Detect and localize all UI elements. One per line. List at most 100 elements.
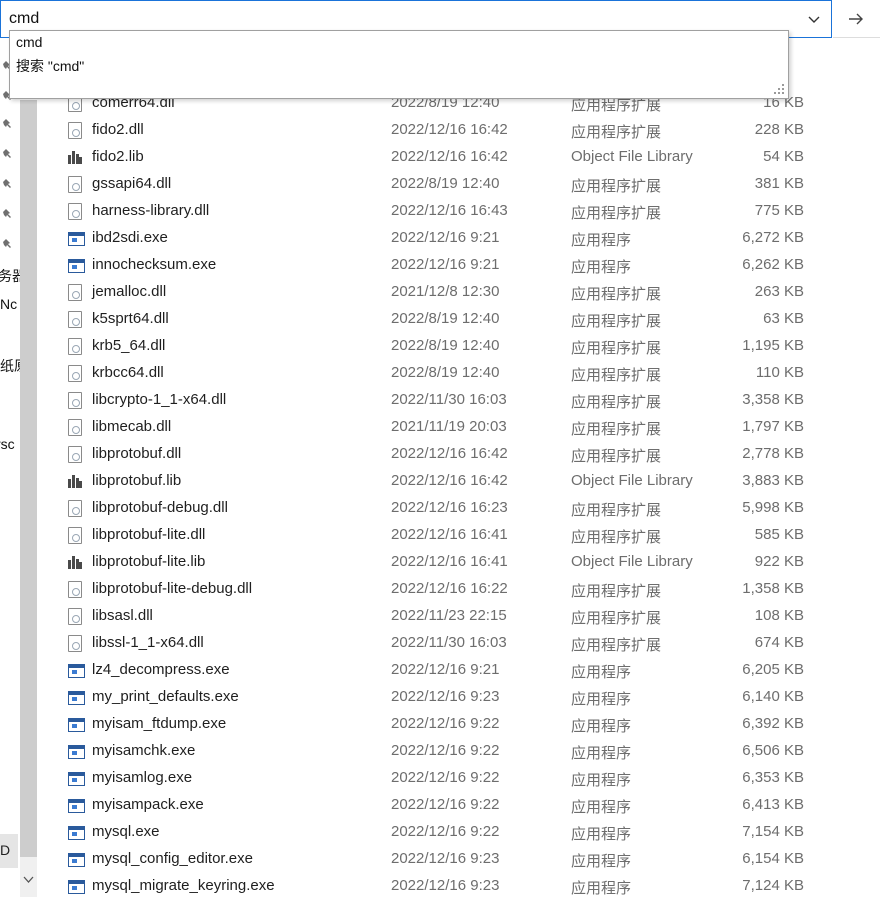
nav-scrollbar-thumb[interactable] (20, 100, 37, 857)
file-row[interactable]: libprotobuf-lite.dll 2022/12/16 16:41 应用程序… (60, 522, 880, 549)
file-date: 2022/12/16 9:21 (391, 661, 500, 678)
file-type: 应用程序扩展 (571, 637, 662, 654)
file-type: 应用程序扩展 (571, 124, 662, 141)
file-name: myisamlog.exe (92, 769, 193, 786)
file-row[interactable]: gssapi64.dll 2022/8/19 12:40 应用程序扩展 381 KB (60, 171, 880, 198)
scroll-down-icon[interactable] (23, 876, 34, 884)
address-input[interactable] (9, 7, 789, 31)
file-type: 应用程序 (571, 691, 632, 708)
file-name: mysql_config_editor.exe (92, 850, 253, 867)
nav-scrollbar[interactable] (20, 100, 37, 897)
file-row[interactable]: innochecksum.exe 2022/12/16 9:21 应用程序 6,262… (60, 252, 880, 279)
file-size: 6,506 KB (742, 742, 804, 759)
file-size: 3,358 KB (742, 391, 804, 408)
file-row[interactable]: libssl-1_1-x64.dll 2022/11/30 16:03 应用程序扩展… (60, 630, 880, 657)
nav-item-fragment[interactable]: 纸原 (0, 356, 20, 376)
file-row[interactable]: libprotobuf.lib 2022/12/16 16:42 Object Fi… (60, 468, 880, 495)
file-name: jemalloc.dll (92, 283, 167, 300)
file-size: 922 KB (754, 553, 804, 570)
file-row[interactable]: krbcc64.dll 2022/8/19 12:40 应用程序扩展 110 KB (60, 360, 880, 387)
file-date: 2022/12/16 9:21 (391, 229, 500, 246)
file-row[interactable]: libprotobuf-lite-debug.dll 2022/12/16 16:… (60, 576, 880, 603)
file-size: 775 KB (754, 202, 804, 219)
file-row[interactable]: libprotobuf-lite.lib 2022/12/16 16:41 Obje… (60, 549, 880, 576)
file-date: 2022/12/16 9:23 (391, 850, 500, 867)
file-date: 2022/8/19 12:40 (391, 310, 500, 327)
file-size: 7,124 KB (742, 877, 804, 894)
file-name: libprotobuf-debug.dll (92, 499, 228, 516)
file-date: 2021/11/19 20:03 (391, 418, 507, 435)
chevron-down-icon[interactable] (805, 10, 823, 28)
file-row[interactable]: fido2.dll 2022/12/16 16:42 应用程序扩展 228 KB (60, 117, 880, 144)
file-type: 应用程序扩展 (571, 421, 662, 438)
file-type: Object File Library (571, 553, 693, 570)
file-row[interactable]: myisam_ftdump.exe 2022/12/16 9:22 应用程序 6,39… (60, 711, 880, 738)
nav-item-fragment[interactable]: rsc (0, 436, 15, 452)
file-row[interactable]: myisampack.exe 2022/12/16 9:22 应用程序 6,413 K… (60, 792, 880, 819)
file-type: 应用程序扩展 (571, 340, 662, 357)
file-row[interactable]: my_print_defaults.exe 2022/12/16 9:23 应用程序… (60, 684, 880, 711)
file-type: 应用程序扩展 (571, 205, 662, 222)
file-size: 6,262 KB (742, 256, 804, 273)
dll-icon (68, 365, 82, 382)
nav-item-fragment[interactable]: Nc (0, 296, 17, 312)
file-row[interactable]: jemalloc.dll 2021/12/8 12:30 应用程序扩展 263 KB (60, 279, 880, 306)
go-button[interactable] (833, 0, 880, 38)
pin-icon (3, 239, 11, 248)
nav-item-fragment[interactable]: 务器 (0, 266, 20, 286)
file-name: mysql.exe (92, 823, 160, 840)
file-type: 应用程序扩展 (571, 610, 662, 627)
file-row[interactable]: harness-library.dll 2022/12/16 16:43 应用程序扩… (60, 198, 880, 225)
exe-icon (68, 232, 85, 246)
suggestion-item-search[interactable]: 搜索 "cmd" (16, 56, 84, 76)
nav-item-drive-label: D (0, 842, 11, 858)
file-date: 2022/11/30 16:03 (391, 391, 507, 408)
file-size: 2,778 KB (742, 445, 804, 462)
dll-icon (68, 608, 82, 625)
exe-icon (68, 745, 85, 759)
resize-grip-icon[interactable] (774, 84, 784, 94)
file-row[interactable]: libsasl.dll 2022/11/23 22:15 应用程序扩展 108 KB (60, 603, 880, 630)
file-name: libssl-1_1-x64.dll (92, 634, 204, 651)
file-row[interactable]: myisamlog.exe 2022/12/16 9:22 应用程序 6,353 KB (60, 765, 880, 792)
file-row[interactable]: ibd2sdi.exe 2022/12/16 9:21 应用程序 6,272 KB (60, 225, 880, 252)
file-row[interactable]: libprotobuf.dll 2022/12/16 16:42 应用程序扩展 2,7… (60, 441, 880, 468)
exe-icon (68, 772, 85, 786)
file-type: 应用程序 (571, 853, 632, 870)
file-date: 2022/12/16 9:23 (391, 877, 500, 894)
arrow-right-icon (849, 13, 863, 25)
file-name: ibd2sdi.exe (92, 229, 168, 246)
file-row[interactable]: mysql_config_editor.exe 2022/12/16 9:23 应用… (60, 846, 880, 873)
dll-icon (68, 635, 82, 652)
file-name: fido2.dll (92, 121, 144, 138)
file-date: 2022/8/19 12:40 (391, 175, 500, 192)
file-row[interactable]: mysql.exe 2022/12/16 9:22 应用程序 7,154 KB (60, 819, 880, 846)
file-row[interactable]: k5sprt64.dll 2022/8/19 12:40 应用程序扩展 63 KB (60, 306, 880, 333)
nav-item-drive-selected[interactable]: D (0, 834, 18, 868)
pin-icon (3, 149, 11, 158)
file-row[interactable]: mysql_migrate_keyring.exe 2022/12/16 9:23… (60, 873, 880, 900)
dll-icon (68, 392, 82, 409)
file-type: Object File Library (571, 472, 693, 489)
suggestion-item[interactable]: cmd (16, 34, 42, 50)
dll-icon (68, 527, 82, 544)
file-name: libprotobuf-lite.dll (92, 526, 206, 543)
dll-icon (68, 311, 82, 328)
file-type: 应用程序 (571, 259, 632, 276)
file-date: 2022/8/19 12:40 (391, 364, 500, 381)
dll-icon (68, 500, 82, 517)
file-row[interactable]: libprotobuf-debug.dll 2022/12/16 16:23 应用程… (60, 495, 880, 522)
file-type: 应用程序扩展 (571, 502, 662, 519)
file-row[interactable]: myisamchk.exe 2022/12/16 9:22 应用程序 6,506 KB (60, 738, 880, 765)
file-row[interactable]: krb5_64.dll 2022/8/19 12:40 应用程序扩展 1,195 KB (60, 333, 880, 360)
file-type: 应用程序扩展 (571, 367, 662, 384)
file-size: 381 KB (754, 175, 804, 192)
file-name: myisam_ftdump.exe (92, 715, 227, 732)
file-date: 2022/12/16 9:22 (391, 742, 500, 759)
file-row[interactable]: libcrypto-1_1-x64.dll 2022/11/30 16:03 应用程… (60, 387, 880, 414)
exe-icon (68, 826, 85, 840)
exe-icon (68, 691, 85, 705)
file-row[interactable]: lz4_decompress.exe 2022/12/16 9:21 应用程序 6,2… (60, 657, 880, 684)
file-row[interactable]: fido2.lib 2022/12/16 16:42 Object File Lib… (60, 144, 880, 171)
file-row[interactable]: libmecab.dll 2021/11/19 20:03 应用程序扩展 1,797 … (60, 414, 880, 441)
